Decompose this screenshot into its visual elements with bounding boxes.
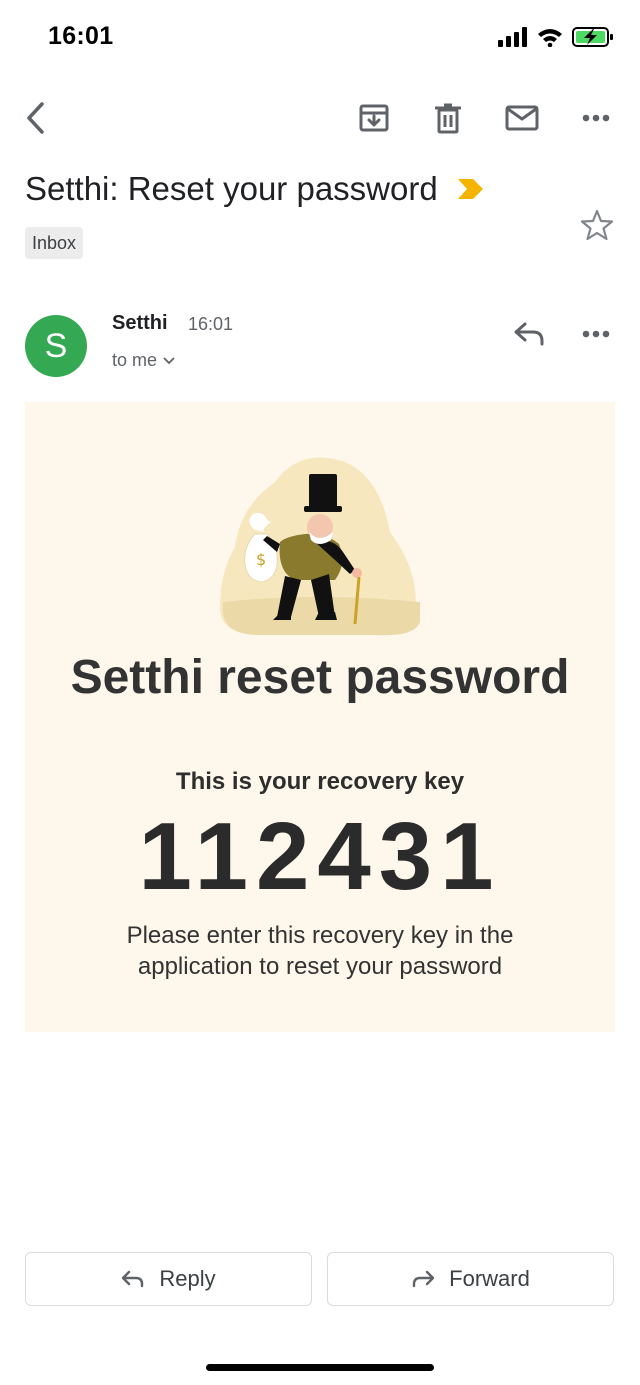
sender-avatar: S [25, 315, 87, 377]
recipient-details-toggle[interactable]: to me [112, 350, 175, 371]
mark-unread-button[interactable] [502, 98, 542, 138]
trash-icon [435, 103, 461, 134]
status-icons [498, 26, 614, 48]
sender-name: Setthi [112, 312, 168, 334]
forward-label: Forward [449, 1266, 530, 1291]
more-options-button[interactable] [576, 98, 616, 138]
status-time: 16:01 [48, 22, 114, 50]
star-button[interactable] [580, 208, 614, 242]
inbox-label-chip[interactable]: Inbox [25, 227, 84, 259]
back-button[interactable] [15, 98, 55, 138]
more-options-icon [582, 330, 610, 338]
back-arrow-icon [27, 102, 44, 134]
home-indicator[interactable] [206, 1364, 434, 1371]
cellular-signal-icon [498, 27, 527, 47]
reply-icon [122, 1270, 144, 1288]
body-message: Please enter this recovery key in the ap… [126, 922, 514, 980]
mark-unread-icon [505, 105, 539, 131]
archive-icon [359, 104, 389, 132]
svg-text:$: $ [256, 550, 266, 569]
gentleman-illustration: $ [220, 457, 420, 636]
forward-button[interactable]: Forward [327, 1252, 614, 1306]
wifi-icon [538, 29, 562, 47]
email-subject: Setthi: Reset your password [25, 170, 484, 208]
body-subtitle: This is your recovery key [175, 768, 465, 795]
recovery-key: 112431 [138, 803, 502, 910]
reply-button[interactable]: Reply [25, 1252, 312, 1306]
reply-icon [514, 322, 544, 346]
archive-button[interactable] [354, 98, 394, 138]
chevron-down-icon [163, 356, 175, 364]
message-more-button[interactable] [576, 314, 616, 354]
reply-label: Reply [159, 1266, 216, 1291]
body-title: Setthi reset password [70, 651, 570, 704]
forward-icon [412, 1270, 435, 1288]
battery-charging-icon [572, 27, 613, 47]
importance-marker-icon[interactable] [456, 178, 484, 200]
more-options-icon [582, 114, 610, 122]
sender-time: 16:01 [188, 314, 234, 334]
delete-button[interactable] [428, 98, 468, 138]
star-icon [580, 209, 614, 241]
reply-icon-button[interactable] [509, 314, 549, 354]
subject-text: Setthi: Reset your password [25, 170, 438, 207]
recipient-text: to me [112, 350, 158, 370]
